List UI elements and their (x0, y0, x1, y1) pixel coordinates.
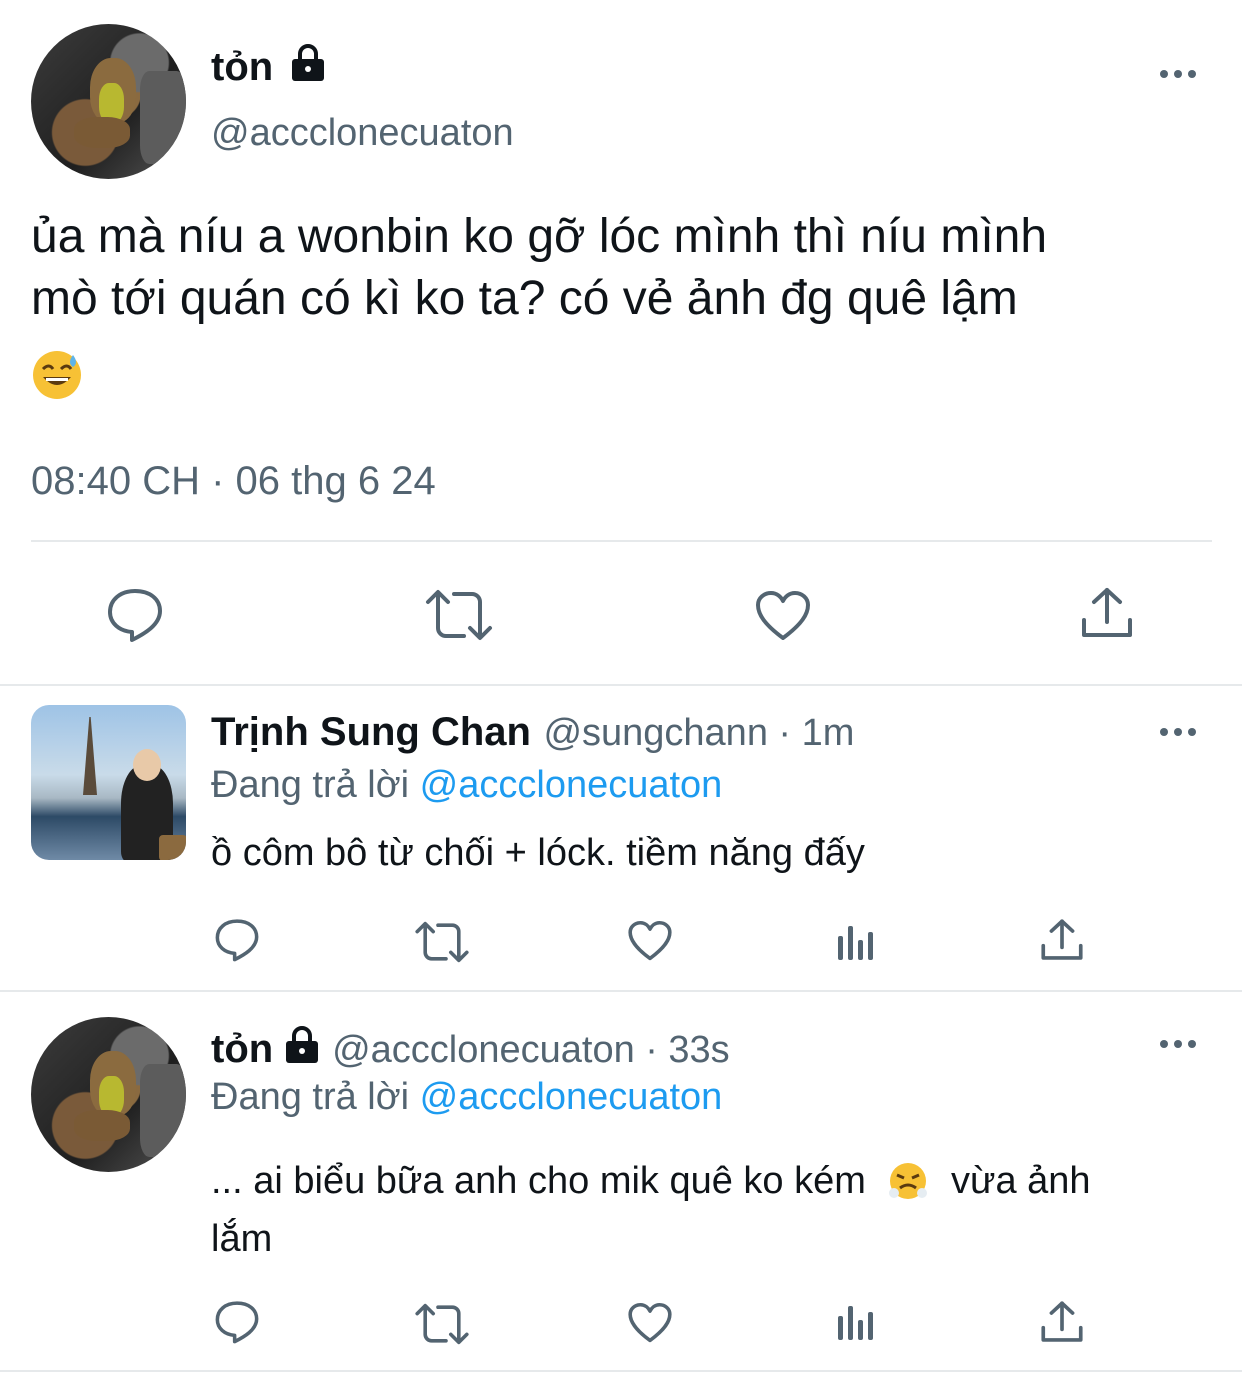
reply-text: ... ai biểu bữa anh cho mik quê ko kém v… (211, 1156, 1221, 1264)
lock-icon (284, 1026, 320, 1064)
reply-icon[interactable] (106, 587, 164, 643)
more-icon[interactable] (1158, 66, 1198, 82)
more-icon[interactable] (1158, 1036, 1198, 1052)
more-icon[interactable] (1158, 724, 1198, 740)
replying-prefix: Đang trả lời (211, 1076, 410, 1118)
retweet-icon[interactable] (414, 920, 470, 964)
reply-header: Trịnh Sung Chan @sungchann · 1m (211, 710, 854, 755)
divider (0, 1370, 1242, 1372)
reply-text-line: ... ai biểu bữa anh cho mik quê ko kém (211, 1160, 866, 1202)
retweet-icon[interactable] (424, 588, 494, 642)
reply-text: ồ côm bô từ chối + lóck. tiềm năng đấy (211, 832, 865, 874)
tweet-text-line: ủa mà níu a wonbin ko gỡ lóc mình thì ní… (31, 210, 1048, 263)
views-icon[interactable] (836, 922, 876, 962)
reply-icon[interactable] (214, 1300, 260, 1344)
author-handle[interactable]: @accclonecuaton (211, 112, 514, 155)
tweet-timestamp[interactable]: 08:40 CH · 06 thg 6 24 (31, 459, 436, 504)
like-icon[interactable] (627, 920, 673, 962)
divider (31, 540, 1212, 542)
author-name[interactable]: tỏn (211, 1027, 273, 1071)
avatar[interactable] (31, 705, 186, 860)
replying-to: Đang trả lời @accclonecuaton (211, 764, 722, 807)
share-icon[interactable] (1080, 586, 1134, 640)
divider (0, 990, 1242, 992)
sweat-smile-emoji (31, 349, 83, 401)
lock-icon (290, 44, 326, 82)
tweet-text: ủa mà níu a wonbin ko gỡ lóc mình thì ní… (31, 206, 1231, 330)
reply-header: tỏn @accclonecuaton · 33s (211, 1026, 730, 1072)
like-icon[interactable] (627, 1302, 673, 1344)
views-icon[interactable] (836, 1302, 876, 1342)
replying-to: Đang trả lời @accclonecuaton (211, 1076, 722, 1119)
author-name[interactable]: tỏn (211, 44, 326, 90)
triumph-emoji (888, 1161, 928, 1214)
replying-to-link[interactable]: @accclonecuaton (420, 764, 723, 806)
author-name-text: tỏn (211, 45, 274, 89)
like-icon[interactable] (754, 590, 812, 642)
tweet-text-line: mò tới quán có kì ko ta? có vẻ ảnh đg qu… (31, 272, 1018, 325)
reply-text-line: vừa ảnh (951, 1160, 1091, 1202)
share-icon[interactable] (1040, 1300, 1084, 1344)
author-handle[interactable]: @accclonecuaton (332, 1029, 635, 1071)
author-name[interactable]: Trịnh Sung Chan (211, 710, 531, 754)
avatar[interactable] (31, 1017, 186, 1172)
reply-icon[interactable] (214, 918, 260, 962)
reply-time[interactable]: · 33s (645, 1029, 729, 1071)
reply-text-line: lắm (211, 1218, 273, 1260)
replying-prefix: Đang trả lời (211, 764, 410, 806)
replying-to-link[interactable]: @accclonecuaton (420, 1076, 723, 1118)
reply-time[interactable]: · 1m (778, 712, 854, 754)
author-handle[interactable]: @sungchann (543, 712, 768, 754)
divider (0, 684, 1242, 686)
share-icon[interactable] (1040, 918, 1084, 962)
retweet-icon[interactable] (414, 1302, 470, 1346)
avatar[interactable] (31, 24, 186, 179)
